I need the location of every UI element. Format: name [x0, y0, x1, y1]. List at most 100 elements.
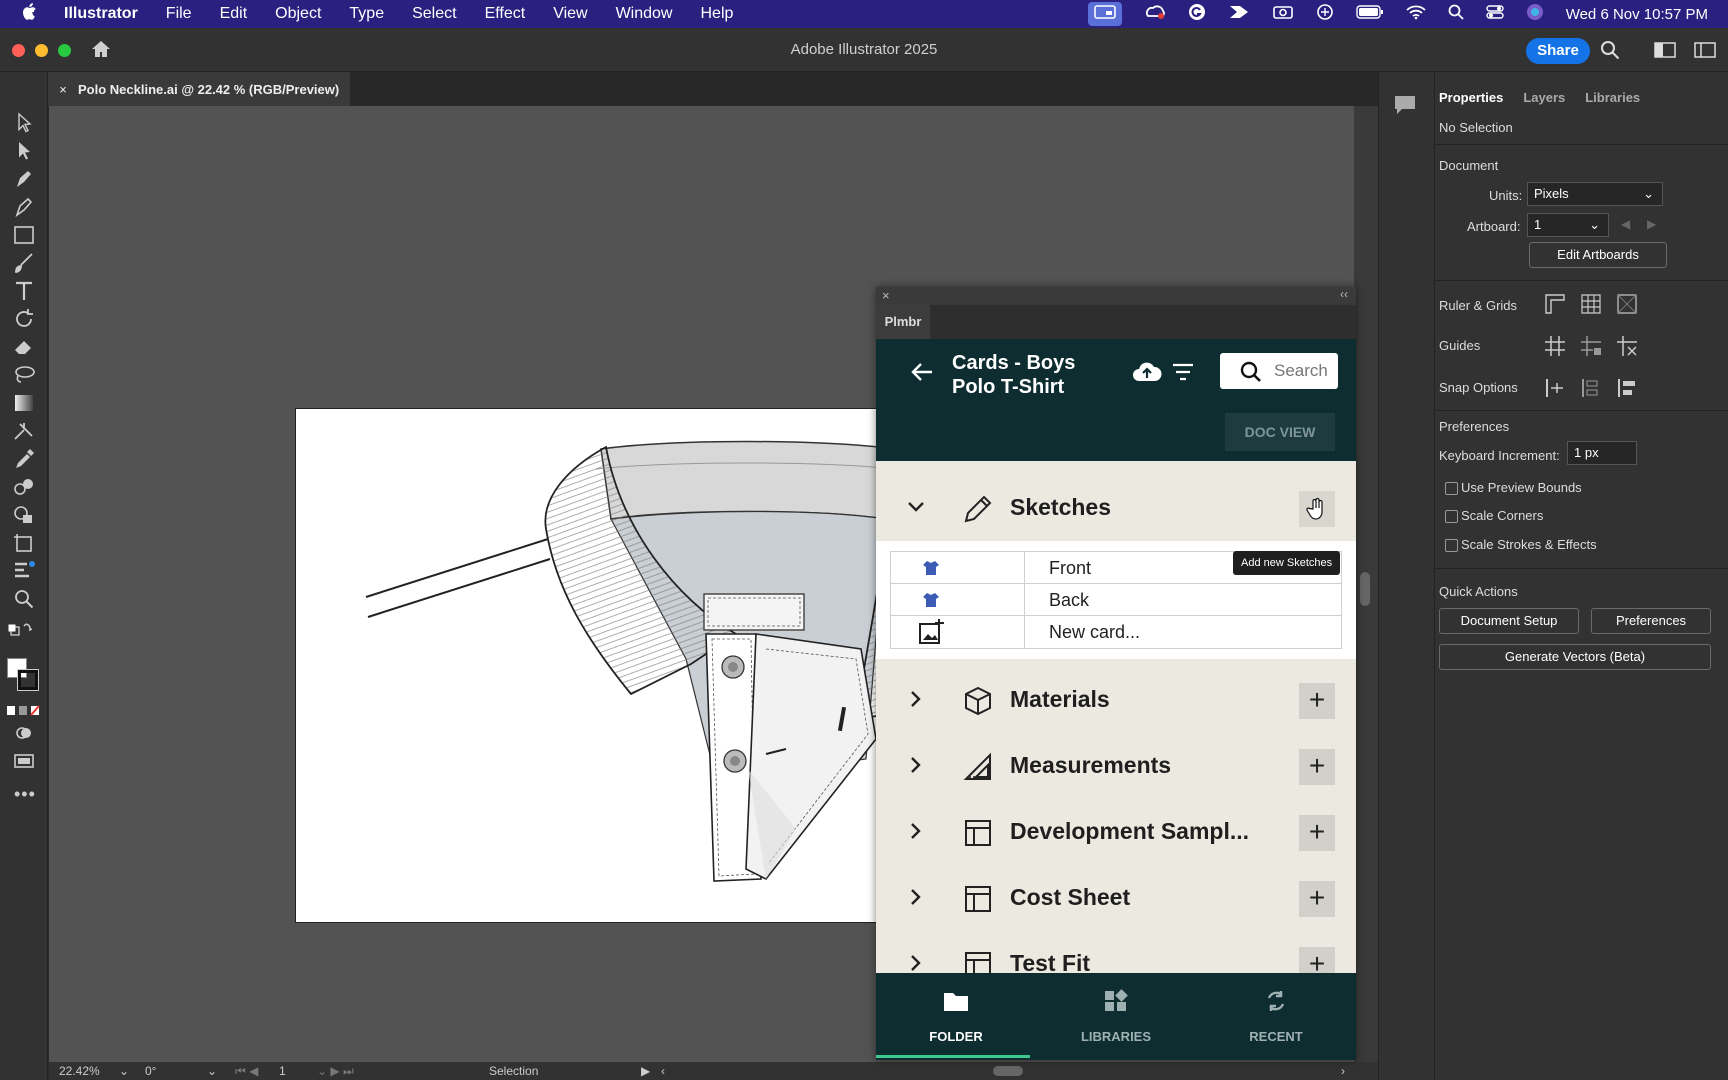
paintbrush-tool-icon[interactable]	[12, 252, 36, 274]
tab-properties[interactable]: Properties	[1439, 90, 1503, 105]
artboard-nav-last-icon[interactable]: ⌄ ▶ ⏭	[317, 1064, 354, 1079]
preferences-button[interactable]: Preferences	[1591, 608, 1711, 634]
table-row[interactable]: New card...	[891, 616, 1341, 648]
add-test-fit-button[interactable]: +	[1299, 947, 1335, 973]
next-artboard-icon[interactable]: ▶	[1647, 217, 1656, 231]
guides-show-icon[interactable]	[1543, 334, 1567, 358]
keyboard-increment-input[interactable]: 1 px	[1567, 441, 1637, 465]
generate-vectors-button[interactable]: Generate Vectors (Beta)	[1439, 644, 1711, 670]
more-tools-icon[interactable]: •••	[14, 784, 36, 805]
rectangle-tool-icon[interactable]	[12, 224, 36, 246]
snap-to-pixel-icon[interactable]	[1579, 376, 1603, 400]
pen-tool-icon[interactable]	[12, 168, 36, 190]
screen-share-icon[interactable]	[1087, 2, 1122, 26]
section-test-fit[interactable]: Test Fit +	[876, 931, 1356, 973]
scrollbar-thumb[interactable]	[1360, 572, 1370, 606]
add-cost-sheet-button[interactable]: +	[1299, 881, 1335, 917]
zoom-dropdown-icon[interactable]: ⌄	[119, 1064, 129, 1078]
type-tool-icon[interactable]	[12, 280, 36, 302]
artboard-select[interactable]: 1 ⌄	[1527, 213, 1609, 237]
arrow-app-icon[interactable]	[1228, 4, 1250, 24]
zoom-tool-icon[interactable]	[12, 588, 36, 610]
draw-mode-icon[interactable]	[12, 722, 36, 744]
spotlight-search-icon[interactable]	[1448, 4, 1464, 24]
scale-corners-checkbox[interactable]	[1445, 510, 1458, 523]
guides-lock-icon[interactable]	[1579, 334, 1603, 358]
wifi-icon[interactable]	[1406, 4, 1426, 24]
battery-icon[interactable]	[1356, 5, 1384, 23]
blend-tool-icon[interactable]	[12, 476, 36, 498]
shape-builder-tool-icon[interactable]	[12, 504, 36, 526]
curvature-tool-icon[interactable]	[12, 196, 36, 218]
horizontal-scroll-right-icon[interactable]: ›	[1341, 1064, 1345, 1078]
grid-icon[interactable]	[1579, 292, 1603, 316]
horizontal-scrollbar-thumb[interactable]	[993, 1066, 1023, 1076]
selection-tool-icon[interactable]	[12, 112, 36, 134]
add-development-sample-button[interactable]: +	[1299, 815, 1335, 851]
close-panel-icon[interactable]: ×	[882, 288, 890, 303]
mesh-tool-icon[interactable]	[12, 420, 36, 442]
creative-cloud-icon[interactable]	[1144, 4, 1166, 24]
eraser-tool-icon[interactable]	[12, 336, 36, 358]
rotate-tool-icon[interactable]	[12, 308, 36, 330]
scale-strokes-checkbox[interactable]	[1445, 539, 1458, 552]
workspace-switcher-icon[interactable]	[1654, 42, 1676, 63]
table-row[interactable]: Back	[891, 584, 1341, 616]
transparency-grid-icon[interactable]	[1615, 292, 1639, 316]
chevron-right-icon[interactable]	[906, 687, 926, 711]
search-input[interactable]: Search	[1220, 353, 1338, 389]
chevron-down-icon[interactable]	[906, 495, 926, 519]
snap-to-point-icon[interactable]	[1543, 376, 1567, 400]
menu-file[interactable]: File	[152, 5, 206, 23]
use-preview-bounds-checkbox[interactable]	[1445, 482, 1458, 495]
section-sketches[interactable]: Sketches	[876, 475, 1356, 541]
menu-object[interactable]: Object	[261, 5, 335, 23]
eyedropper-tool-icon[interactable]	[12, 448, 36, 470]
stroke-color-swatch[interactable]	[17, 669, 39, 691]
horizontal-scroll-left-icon[interactable]: ‹	[661, 1064, 665, 1078]
tab-layers[interactable]: Layers	[1523, 90, 1565, 105]
menu-type[interactable]: Type	[335, 5, 398, 23]
units-select[interactable]: Pixels ⌄	[1527, 182, 1663, 206]
siri-icon[interactable]	[1526, 3, 1544, 25]
menu-effect[interactable]: Effect	[471, 5, 540, 23]
add-sketches-button[interactable]	[1299, 491, 1335, 527]
cloud-upload-icon[interactable]	[1132, 361, 1162, 383]
color-mode-icons[interactable]	[6, 700, 42, 722]
graph-tool-icon[interactable]	[12, 560, 36, 582]
close-tab-icon[interactable]: ×	[48, 82, 78, 97]
section-cost-sheet[interactable]: Cost Sheet +	[876, 865, 1356, 931]
section-materials[interactable]: Materials +	[876, 667, 1356, 733]
zoom-level-field[interactable]: 22.42%	[59, 1064, 100, 1078]
grammarly-icon[interactable]	[1188, 3, 1206, 25]
add-measurements-button[interactable]: +	[1299, 749, 1335, 785]
gradient-tool-icon[interactable]	[12, 392, 36, 414]
plmbr-panel-header[interactable]: × ‹‹	[876, 287, 1356, 305]
menu-help[interactable]: Help	[686, 5, 747, 23]
menu-edit[interactable]: Edit	[206, 5, 262, 23]
screen-mode-icon[interactable]	[12, 750, 36, 772]
nav-folder[interactable]: FOLDER	[876, 973, 1036, 1060]
chevron-right-icon[interactable]	[906, 885, 926, 909]
back-arrow-icon[interactable]	[910, 361, 934, 383]
menu-select[interactable]: Select	[398, 5, 470, 23]
snap-to-glyph-icon[interactable]	[1615, 376, 1639, 400]
menubar-datetime[interactable]: Wed 6 Nov 10:57 PM	[1566, 6, 1708, 23]
nav-libraries[interactable]: LIBRARIES	[1036, 973, 1196, 1060]
direct-selection-tool-icon[interactable]	[12, 140, 36, 162]
edit-artboards-button[interactable]: Edit Artboards	[1529, 242, 1667, 268]
chevron-right-icon[interactable]	[906, 819, 926, 843]
chevron-right-icon[interactable]	[906, 753, 926, 777]
menu-app[interactable]: Illustrator	[58, 5, 152, 23]
menu-view[interactable]: View	[539, 5, 601, 23]
artboard-nav-first-icon[interactable]: ⏮ ◀	[235, 1064, 258, 1079]
chatgpt-icon[interactable]	[1316, 3, 1334, 25]
section-development-sample[interactable]: Development Sampl... +	[876, 799, 1356, 865]
lasso-tool-icon[interactable]	[12, 364, 36, 386]
ruler-icon[interactable]	[1543, 292, 1567, 316]
canvas-vertical-scrollbar[interactable]	[1354, 106, 1378, 1062]
comments-icon[interactable]	[1393, 94, 1417, 121]
control-center-icon[interactable]	[1486, 4, 1504, 24]
document-setup-button[interactable]: Document Setup	[1439, 608, 1579, 634]
document-tab[interactable]: × Polo Neckline.ai @ 22.42 % (RGB/Previe…	[48, 72, 350, 106]
